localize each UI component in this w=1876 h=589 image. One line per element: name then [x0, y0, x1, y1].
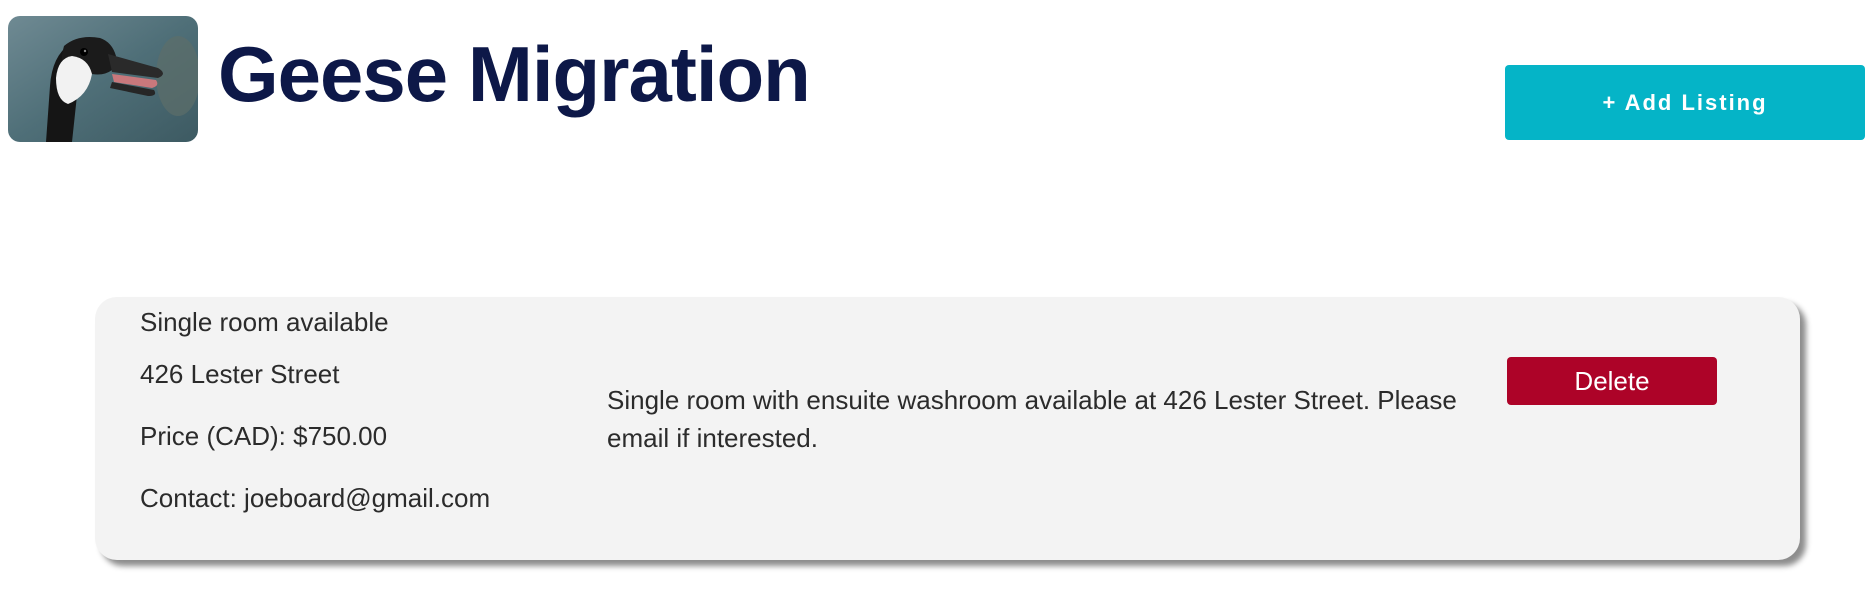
add-listing-button[interactable]: + Add Listing: [1505, 65, 1865, 140]
listing-price: Price (CAD): $750.00: [140, 421, 388, 451]
delete-button[interactable]: Delete: [1507, 357, 1717, 405]
listing-description: Single room with ensuite washroom availa…: [607, 385, 1457, 453]
page: Geese Migration + Add Listing Single roo…: [0, 0, 1876, 589]
page-title: Geese Migration: [218, 30, 811, 118]
listing-card: Single room available 426 Lester Street …: [95, 297, 1800, 560]
listing-title: Single room available: [140, 307, 389, 337]
listing-contact: Contact: joeboard@gmail.com: [140, 483, 491, 513]
goose-logo-image: [8, 16, 198, 142]
listing-address: 426 Lester Street: [140, 359, 340, 389]
